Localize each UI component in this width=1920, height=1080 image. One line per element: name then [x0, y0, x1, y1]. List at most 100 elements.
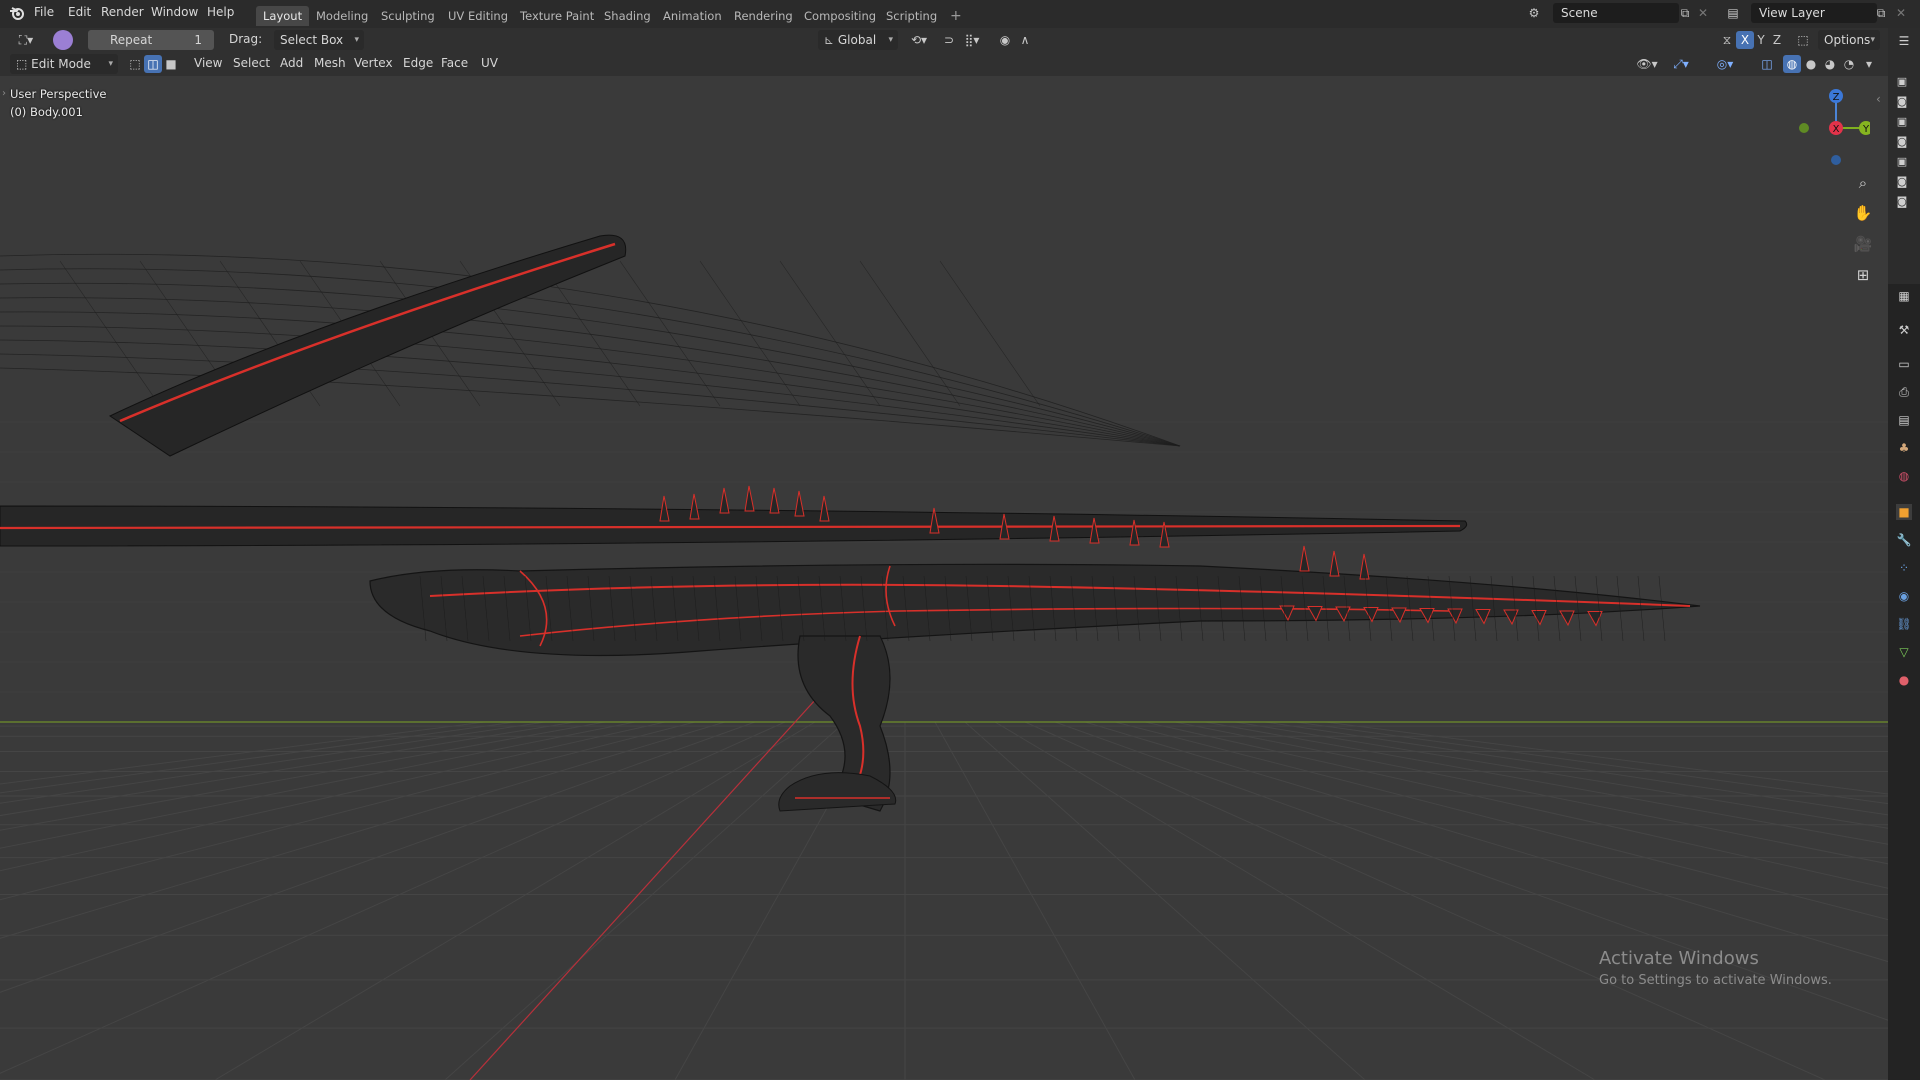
- navigation-gizmo[interactable]: Z Y X: [1786, 82, 1870, 170]
- render-icon[interactable]: ▭: [1896, 356, 1912, 372]
- object-name-label: (0) Body.001: [10, 105, 83, 119]
- falloff-curve-icon[interactable]: ∧: [1016, 31, 1034, 49]
- overlay-toggle-icon[interactable]: ◎▾: [1712, 55, 1738, 73]
- camera-render-icon[interactable]: ◙: [1894, 175, 1910, 189]
- tab-sculpting[interactable]: Sculpting: [374, 6, 442, 26]
- collapse-arrow-icon[interactable]: ‹: [1876, 92, 1881, 106]
- tab-rendering[interactable]: Rendering: [727, 6, 800, 26]
- output-icon[interactable]: ⎙: [1896, 384, 1912, 400]
- repeat-count: 1: [194, 33, 202, 47]
- view-layer-selector-icon[interactable]: ▤: [1724, 4, 1742, 22]
- tab-texture-paint[interactable]: Texture Paint: [513, 6, 601, 26]
- tab-modeling[interactable]: Modeling: [309, 6, 375, 26]
- menu-face[interactable]: Face: [441, 56, 468, 70]
- active-tool-icon[interactable]: [53, 30, 73, 50]
- rendered-shading-icon[interactable]: ◔: [1840, 55, 1858, 73]
- menu-select[interactable]: Select: [233, 56, 270, 70]
- grid-ortho-icon[interactable]: ⊞: [1850, 262, 1876, 288]
- transform-orientation-dropdown[interactable]: ⊾ Global ▾: [818, 30, 898, 50]
- tab-shading[interactable]: Shading: [597, 6, 658, 26]
- menu-file[interactable]: File: [34, 5, 54, 19]
- modifier-icon[interactable]: 🔧: [1896, 532, 1912, 548]
- shading-options-chevron-icon[interactable]: ▾: [1860, 55, 1878, 73]
- viewport-canvas[interactable]: [0, 76, 1888, 1080]
- menu-edge[interactable]: Edge: [403, 56, 433, 70]
- zoom-icon[interactable]: ⌕: [1850, 170, 1876, 196]
- add-workspace-button[interactable]: +: [943, 6, 969, 26]
- activate-windows-subtitle: Go to Settings to activate Windows.: [1599, 973, 1832, 988]
- solid-shading-icon[interactable]: ●: [1802, 55, 1820, 73]
- camera-icon[interactable]: 🎥: [1850, 231, 1876, 257]
- mode-dropdown[interactable]: ⬚ Edit Mode ▾: [10, 54, 118, 74]
- new-scene-icon[interactable]: ⧉: [1676, 4, 1694, 22]
- gizmo-neg-z-axis[interactable]: [1831, 155, 1841, 165]
- editor-type-icon[interactable]: ⛶▾: [12, 31, 40, 49]
- data-icon[interactable]: ▽: [1896, 644, 1912, 660]
- menu-view[interactable]: View: [194, 56, 222, 70]
- tab-scripting[interactable]: Scripting: [879, 6, 944, 26]
- blender-logo-icon[interactable]: [9, 5, 25, 21]
- menu-window[interactable]: Window: [151, 5, 198, 19]
- menu-render[interactable]: Render: [101, 5, 144, 19]
- collection-icon[interactable]: ▣: [1894, 155, 1910, 169]
- camera-render-icon[interactable]: ◙: [1894, 95, 1910, 109]
- menu-add[interactable]: Add: [280, 56, 303, 70]
- object-icon[interactable]: ■: [1896, 504, 1912, 520]
- tab-animation[interactable]: Animation: [656, 6, 729, 26]
- view-layer-icon[interactable]: ▤: [1896, 412, 1912, 428]
- chevron-down-icon: ▾: [354, 35, 359, 45]
- snap-target-icon[interactable]: ⣿▾: [958, 31, 986, 49]
- tool-icon[interactable]: ⚒: [1896, 322, 1912, 338]
- collection-icon[interactable]: ▣: [1894, 75, 1910, 89]
- material-icon[interactable]: ●: [1896, 672, 1912, 688]
- tab-layout[interactable]: Layout: [256, 6, 310, 26]
- mirror-z-toggle[interactable]: Z: [1768, 31, 1786, 49]
- menu-uv[interactable]: UV: [481, 56, 498, 70]
- properties-editor-icon[interactable]: ▦: [1896, 288, 1912, 304]
- particles-icon[interactable]: ⁘: [1896, 560, 1912, 576]
- gizmo-neg-y-axis[interactable]: [1799, 123, 1809, 133]
- mirror-options-icon[interactable]: ⧖: [1718, 31, 1736, 49]
- chevron-down-icon: ▾: [108, 59, 113, 69]
- tab-compositing[interactable]: Compositing: [797, 6, 883, 26]
- camera-render-icon[interactable]: ◙: [1894, 195, 1910, 209]
- vertex-select-icon[interactable]: ⬚: [126, 55, 144, 73]
- menu-edit[interactable]: Edit: [68, 5, 91, 19]
- menu-vertex[interactable]: Vertex: [354, 56, 393, 70]
- xray-toggle-icon[interactable]: ◫: [1758, 55, 1776, 73]
- toolbar-expand-arrow-icon[interactable]: ›: [2, 88, 6, 99]
- drag-label: Drag:: [229, 32, 263, 46]
- collection-icon[interactable]: ▣: [1894, 115, 1910, 129]
- face-select-icon[interactable]: ■: [162, 55, 180, 73]
- new-view-layer-icon[interactable]: ⧉: [1872, 4, 1890, 22]
- options-dropdown[interactable]: Options ▾: [1818, 30, 1880, 50]
- gizmo-x-label: X: [1833, 124, 1840, 135]
- gizmo-toggle-icon[interactable]: ⤢▾: [1668, 55, 1694, 73]
- delete-scene-icon[interactable]: ✕: [1694, 4, 1712, 22]
- world-icon[interactable]: ◍: [1896, 468, 1912, 484]
- snap-toggle-icon[interactable]: ⊃: [940, 31, 958, 49]
- delete-view-layer-icon[interactable]: ✕: [1892, 4, 1910, 22]
- pivot-point-icon[interactable]: ⟲▾: [906, 31, 932, 49]
- constraints-icon[interactable]: ⛓: [1896, 616, 1912, 632]
- edge-select-icon[interactable]: ◫: [144, 55, 162, 73]
- repeat-button[interactable]: Repeat 1: [88, 30, 214, 50]
- scene-icon[interactable]: ♣: [1896, 440, 1912, 456]
- proportional-edit-icon[interactable]: ◉: [996, 31, 1014, 49]
- drag-select-dropdown[interactable]: Select Box ▾: [274, 30, 364, 50]
- menu-mesh[interactable]: Mesh: [314, 56, 346, 70]
- hand-pan-icon[interactable]: ✋: [1850, 200, 1876, 226]
- material-shading-icon[interactable]: ◕: [1821, 55, 1839, 73]
- scene-selector-icon[interactable]: ⚙: [1525, 4, 1543, 22]
- scene-name-field[interactable]: Scene: [1553, 3, 1679, 23]
- outliner-editor-icon[interactable]: ☰: [1896, 34, 1912, 50]
- visibility-eye-icon[interactable]: 👁▾: [1634, 55, 1660, 73]
- physics-icon[interactable]: ◉: [1896, 588, 1912, 604]
- camera-render-icon[interactable]: ◙: [1894, 135, 1910, 149]
- tab-uv-editing[interactable]: UV Editing: [441, 6, 515, 26]
- menu-help[interactable]: Help: [207, 5, 234, 19]
- auto-merge-icon[interactable]: ⬚: [1794, 31, 1812, 49]
- options-label: Options: [1824, 33, 1871, 47]
- view-layer-field[interactable]: View Layer: [1751, 3, 1877, 23]
- wireframe-shading-icon[interactable]: ◍: [1783, 55, 1801, 73]
